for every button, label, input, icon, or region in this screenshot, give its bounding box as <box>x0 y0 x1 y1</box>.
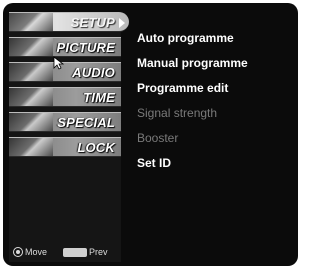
audio-thumbnail <box>9 63 53 81</box>
main-menu: SETUP PICTURE AUDIO TIME SPECIAL LOCK <box>9 12 129 262</box>
menu-item-time[interactable]: TIME <box>9 87 121 107</box>
menu-item-label: AUDIO <box>72 65 115 80</box>
nav-wheel-icon <box>13 247 23 257</box>
special-thumbnail <box>9 113 53 131</box>
menu-key-icon <box>63 247 87 257</box>
setup-thumbnail <box>9 13 53 31</box>
menu-item-special[interactable]: SPECIAL <box>9 112 121 132</box>
arrow-right-icon <box>119 18 125 28</box>
menu-item-audio[interactable]: AUDIO <box>9 62 121 82</box>
menu-item-label: SETUP <box>70 15 115 30</box>
menu-item-lock[interactable]: LOCK <box>9 137 121 157</box>
picture-thumbnail <box>9 38 53 56</box>
cursor-arrow-icon <box>53 56 65 70</box>
programme-edit-option[interactable]: Programme edit <box>137 81 228 95</box>
prev-label: Prev <box>89 247 108 257</box>
menu-item-label: PICTURE <box>56 40 115 55</box>
set-id-option[interactable]: Set ID <box>137 156 171 170</box>
signal-strength-option: Signal strength <box>137 106 218 120</box>
time-thumbnail <box>9 88 53 106</box>
lock-thumbnail <box>9 138 53 156</box>
auto-programme-option[interactable]: Auto programme <box>137 31 234 45</box>
menu-item-picture[interactable]: PICTURE <box>9 37 121 57</box>
move-hint: Move <box>13 247 47 257</box>
menu-item-label: SPECIAL <box>57 115 115 130</box>
booster-option: Booster <box>137 131 179 145</box>
move-label: Move <box>25 247 48 257</box>
prev-hint: Prev <box>63 247 108 257</box>
footer-hints: Move Prev <box>13 247 123 261</box>
menu-item-label: LOCK <box>77 140 115 155</box>
manual-programme-option[interactable]: Manual programme <box>137 56 248 70</box>
menu-item-label: TIME <box>83 90 115 105</box>
tv-osd-screen: SETUP PICTURE AUDIO TIME SPECIAL LOCK Mo… <box>3 3 298 266</box>
menu-item-setup[interactable]: SETUP <box>9 12 129 32</box>
